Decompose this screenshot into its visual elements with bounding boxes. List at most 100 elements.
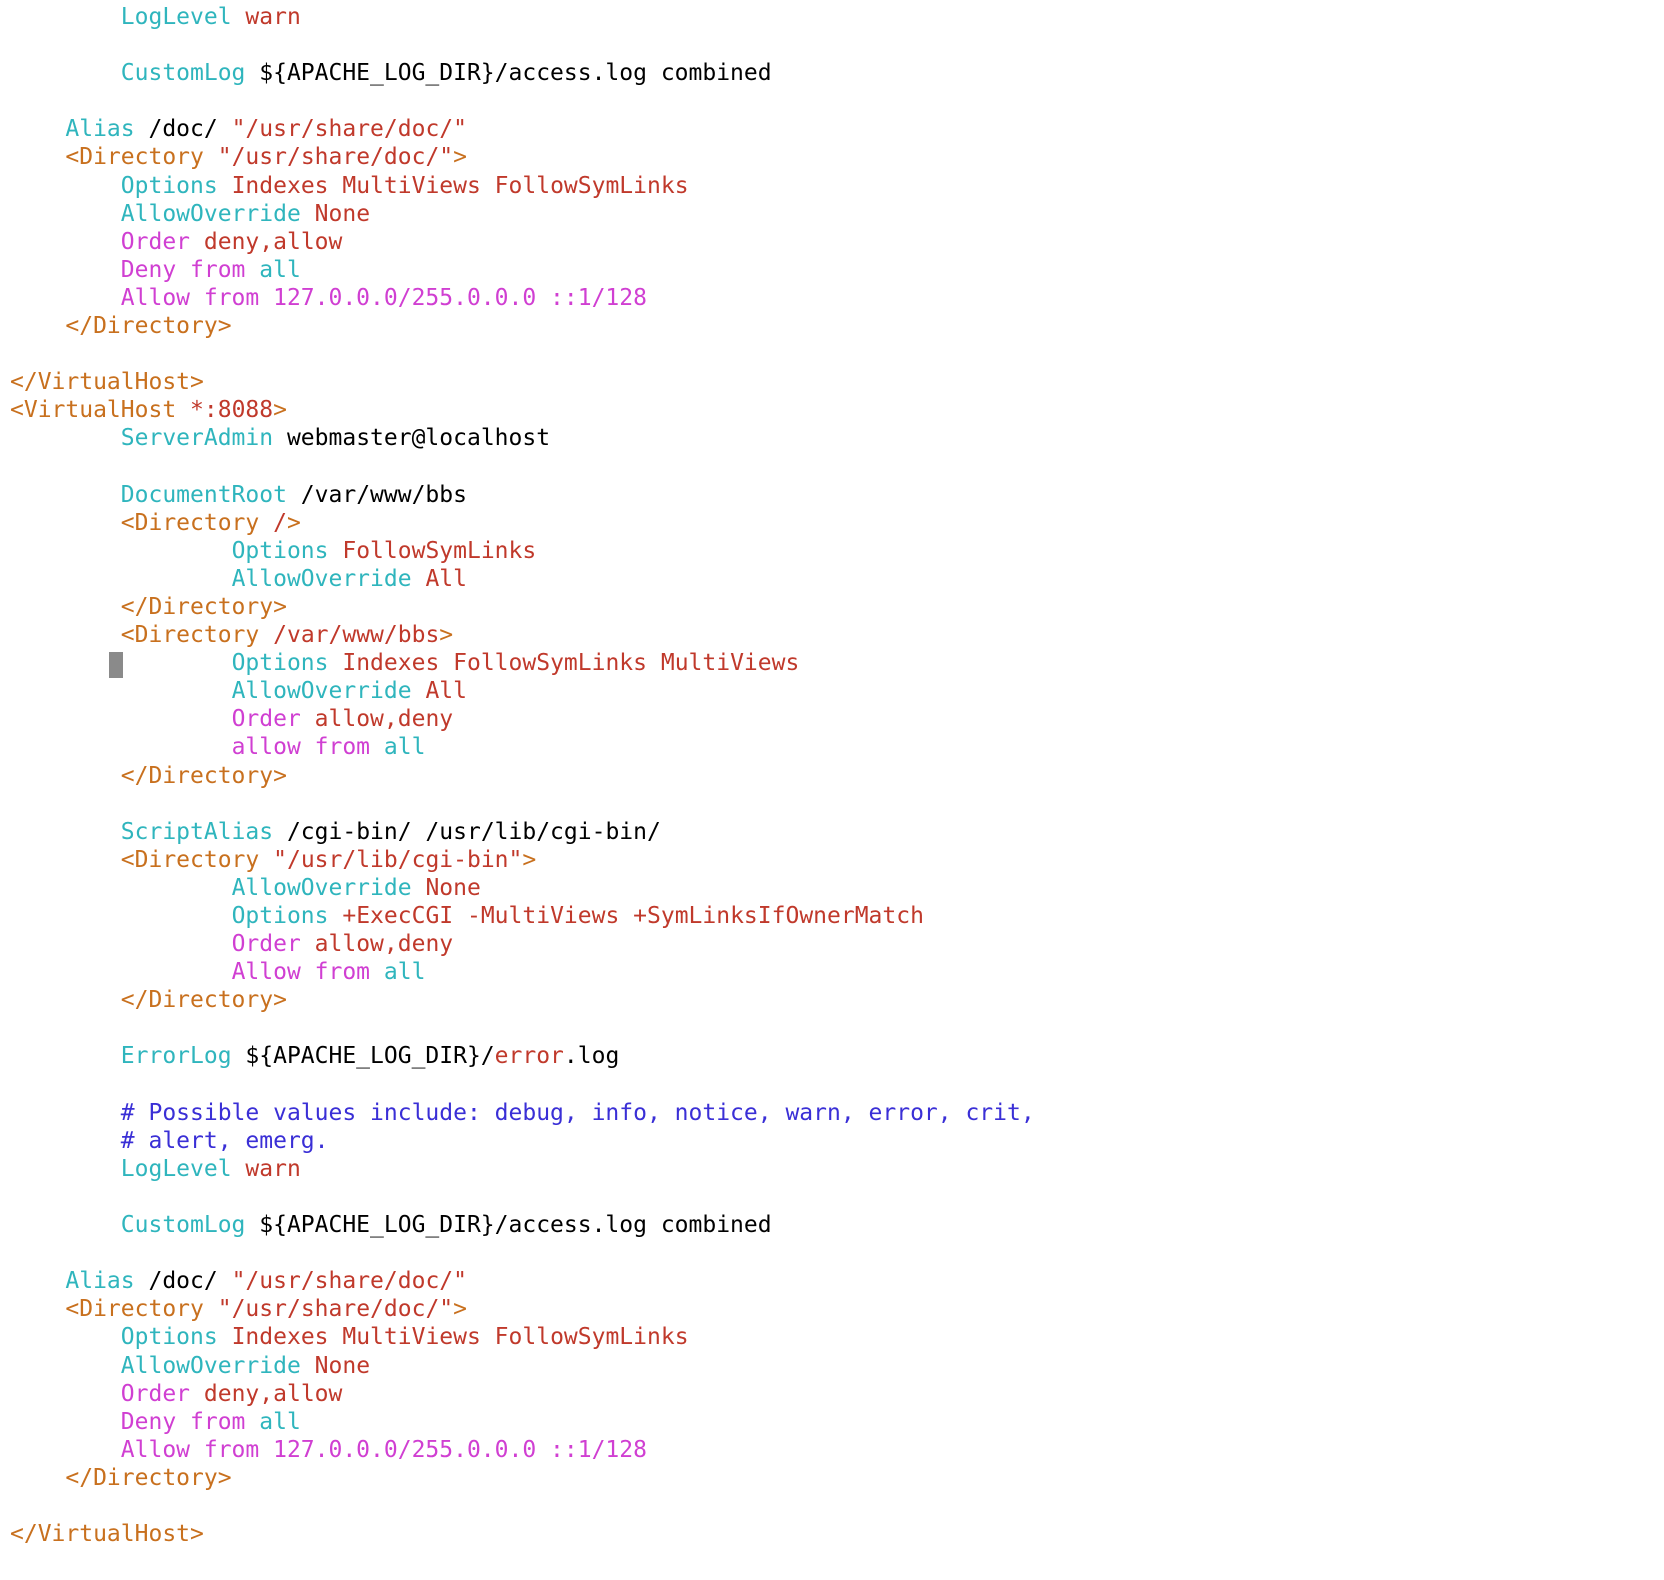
code-line[interactable]: Options Indexes MultiViews FollowSymLink… [10,172,1650,200]
code-line[interactable]: LogLevel warn [10,3,1650,31]
code-line[interactable]: ScriptAlias /cgi-bin/ /usr/lib/cgi-bin/ [10,818,1650,846]
code-line[interactable]: Deny from all [10,1408,1650,1436]
code-line[interactable]: </Directory> [10,593,1650,621]
code-line[interactable]: AllowOverride None [10,1352,1650,1380]
code-line[interactable] [10,87,1650,115]
code-line[interactable]: AllowOverride None [10,200,1650,228]
code-token-access: Deny from [120,256,246,283]
code-token-tag: </Directory> [65,313,232,340]
code-line[interactable]: CustomLog ${APACHE_LOG_DIR}/access.log c… [10,1211,1650,1239]
code-line[interactable]: LogLevel warn [10,1155,1650,1183]
code-line[interactable]: Allow from all [10,958,1650,986]
code-token: /cgi-bin/ /usr/lib/cgi-bin/ [273,818,661,845]
code-token-access: allow from [231,734,371,761]
code-line[interactable]: <VirtualHost *:8088> [10,396,1650,424]
code-token-tag: > [453,144,467,171]
code-line[interactable]: </VirtualHost> [10,368,1650,396]
code-token-value: "/usr/share/doc/" [231,116,467,143]
code-line[interactable] [10,453,1650,481]
code-line[interactable]: <Directory /> [10,509,1650,537]
code-token-tag: </Directory> [120,987,287,1014]
code-token-value: *:8088 [190,397,274,424]
code-line[interactable]: allow from all [10,733,1650,761]
code-line[interactable]: # alert, emerg. [10,1127,1650,1155]
code-token-directive: Options [120,172,218,199]
code-line[interactable]: AllowOverride None [10,874,1650,902]
code-line[interactable] [10,1071,1650,1099]
code-token-directive: LogLevel [120,1155,232,1182]
code-line[interactable] [10,1183,1650,1211]
code-token-access: Allow from 127.0.0.0/255.0.0.0 ::1/128 [120,284,647,311]
code-line[interactable] [10,790,1650,818]
code-line[interactable]: Order allow,deny [10,705,1650,733]
code-token-value: All [425,678,467,705]
code-line[interactable]: AllowOverride All [10,565,1650,593]
code-line[interactable]: Order allow,deny [10,930,1650,958]
code-line[interactable]: DocumentRoot /var/www/bbs [10,481,1650,509]
code-line[interactable]: </Directory> [10,986,1650,1014]
code-line[interactable]: Deny from all [10,256,1650,284]
code-line[interactable]: <Directory "/usr/share/doc/"> [10,143,1650,171]
code-line[interactable]: Alias /doc/ "/usr/share/doc/" [10,1267,1650,1295]
code-token: /var/www/bbs [286,481,467,508]
code-line[interactable]: AllowOverride All [10,677,1650,705]
code-token-tag: > [453,1296,467,1323]
code-line[interactable]: <Directory "/usr/lib/cgi-bin"> [10,846,1650,874]
code-token-tag: <Directory [65,1296,204,1323]
code-line[interactable]: ServerAdmin webmaster@localhost [10,424,1650,452]
code-line[interactable]: Order deny,allow [10,1380,1650,1408]
code-line[interactable]: </Directory> [10,1464,1650,1492]
code-line[interactable]: </VirtualHost> [10,1520,1650,1548]
code-line[interactable] [10,1014,1650,1042]
code-line[interactable]: </Directory> [10,762,1650,790]
code-line[interactable]: Allow from 127.0.0.0/255.0.0.0 ::1/128 [10,1436,1650,1464]
code-token-directive: Options [231,650,329,677]
code-line[interactable]: Allow from 127.0.0.0/255.0.0.0 ::1/128 [10,284,1650,312]
code-line[interactable]: Options Indexes FollowSymLinks MultiView… [10,649,1650,679]
code-line[interactable] [10,1492,1650,1520]
code-line[interactable]: Order deny,allow [10,228,1650,256]
code-line[interactable]: CustomLog ${APACHE_LOG_DIR}/access.log c… [10,59,1650,87]
code-line[interactable]: Options +ExecCGI -MultiViews +SymLinksIf… [10,902,1650,930]
code-token-value: None [425,874,481,901]
code-line[interactable]: Options Indexes MultiViews FollowSymLink… [10,1323,1650,1351]
code-editor[interactable]: LogLevel warn CustomLog ${APACHE_LOG_DIR… [10,3,1650,1548]
code-line[interactable] [10,340,1650,368]
code-line[interactable]: </Directory> [10,312,1650,340]
code-token-value: Indexes FollowSymLinks MultiViews [342,650,800,677]
code-token-value: "/usr/share/doc/" [217,1296,454,1323]
code-line[interactable] [10,1239,1650,1267]
code-line[interactable]: <Directory /var/www/bbs> [10,621,1650,649]
code-line[interactable]: Alias /doc/ "/usr/share/doc/" [10,115,1650,143]
code-token-value: FollowSymLinks [342,537,537,564]
code-token-access: Allow from [231,959,371,986]
code-line[interactable]: # Possible values include: debug, info, … [10,1099,1650,1127]
code-line[interactable]: ErrorLog ${APACHE_LOG_DIR}/error.log [10,1042,1650,1070]
code-line[interactable]: Options FollowSymLinks [10,537,1650,565]
code-token-tag: </VirtualHost> [10,1521,204,1548]
code-token: .log [563,1043,620,1070]
code-token-directive: all [259,256,301,283]
code-token-directive: AllowOverride [231,565,412,592]
code-line[interactable] [10,31,1650,59]
code-line[interactable]: <Directory "/usr/share/doc/"> [10,1295,1650,1323]
code-token: ${APACHE_LOG_DIR}/access.log combined [245,1212,772,1239]
